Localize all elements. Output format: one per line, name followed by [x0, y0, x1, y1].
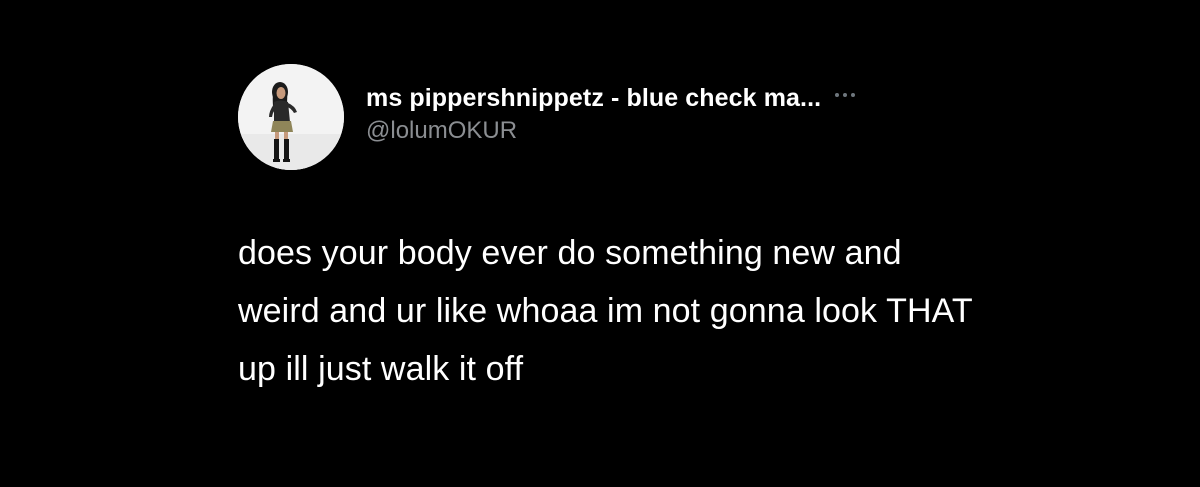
name-row: ms pippershnippetz - blue check ma... [366, 84, 856, 113]
more-horizontal-icon[interactable] [835, 93, 856, 97]
user-handle[interactable]: @lolumOKUR [366, 117, 855, 145]
profile-photo-icon [238, 64, 344, 170]
tweet-card[interactable]: ms pippershnippetz - blue check ma... @l… [238, 64, 998, 398]
avatar[interactable] [238, 64, 344, 170]
author-block: ms pippershnippetz - blue check ma... @l… [366, 84, 856, 145]
tweet-header: ms pippershnippetz - blue check ma... @l… [238, 64, 998, 170]
tweet-text: does your body ever do something new and… [238, 234, 973, 388]
display-name[interactable]: ms pippershnippetz - blue check ma... [366, 84, 821, 113]
